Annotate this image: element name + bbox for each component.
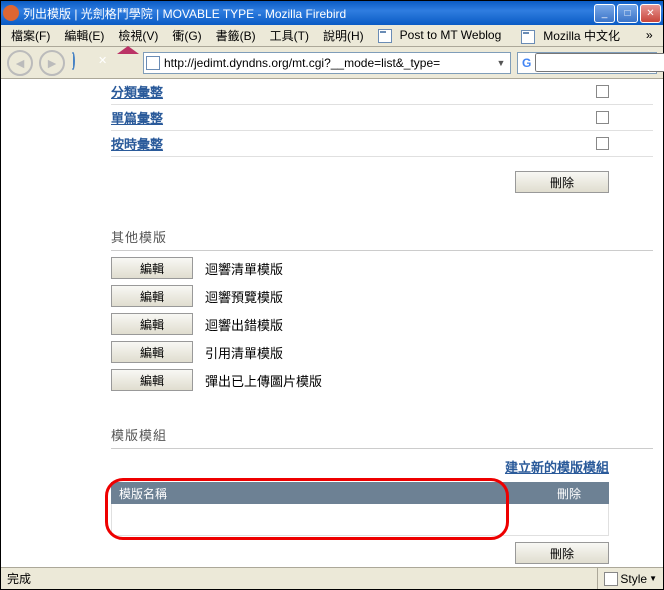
status-text: 完成 — [7, 570, 31, 587]
url-input[interactable] — [164, 54, 490, 72]
checkbox-individual[interactable] — [596, 111, 609, 124]
bookmark-post-mt[interactable]: Post to MT Weblog — [372, 26, 514, 45]
window-titlebar: 列出模版 | 光劍格鬥學院 | MOVABLE TYPE - Mozilla F… — [1, 1, 663, 25]
template-label: 彈出已上傳圖片模版 — [205, 371, 322, 390]
col-delete: 刪除 — [529, 485, 609, 502]
checkbox-category[interactable] — [596, 85, 609, 98]
menu-bookmarks[interactable]: 書籤(B) — [210, 25, 262, 46]
page-content: 分類彙整 單篇彙整 按時彙整 刪除 其他模版 編輯 迴響清單模版 編輯 迴響預覽… — [1, 79, 663, 567]
menu-view[interactable]: 檢視(V) — [112, 25, 164, 46]
menu-bar: 檔案(F) 編輯(E) 檢視(V) 衝(G) 書籤(B) 工具(T) 說明(H)… — [1, 25, 663, 47]
stop-button[interactable] — [95, 54, 113, 72]
col-name: 模版名稱 — [111, 485, 529, 502]
minimize-button[interactable]: _ — [594, 4, 615, 23]
archive-row-category: 分類彙整 — [111, 79, 653, 105]
template-label: 迴響清單模版 — [205, 259, 283, 278]
template-label: 迴響預覽模版 — [205, 287, 283, 306]
url-bar[interactable]: ▼ — [143, 52, 511, 74]
template-label: 迴響出錯模版 — [205, 315, 283, 334]
delete-modules-button[interactable]: 刪除 — [515, 542, 609, 564]
menu-tools[interactable]: 工具(T) — [264, 25, 315, 46]
bookmark-mozilla-zh[interactable]: Mozilla 中文化 — [515, 25, 632, 46]
edit-button[interactable]: 編輯 — [111, 285, 193, 307]
close-button[interactable]: ✕ — [640, 4, 661, 23]
status-bar: 完成 Style ▼ — [1, 567, 663, 589]
style-switcher[interactable]: Style ▼ — [597, 568, 657, 589]
maximize-button[interactable]: □ — [617, 4, 638, 23]
menu-help[interactable]: 說明(H) — [317, 25, 370, 46]
menu-go[interactable]: 衝(G) — [166, 25, 207, 46]
page-icon — [146, 56, 160, 70]
archive-row-date: 按時彙整 — [111, 131, 653, 157]
archive-link-individual[interactable]: 單篇彙整 — [111, 108, 596, 127]
delete-archives-button[interactable]: 刪除 — [515, 171, 609, 193]
archive-link-category[interactable]: 分類彙整 — [111, 82, 596, 101]
edit-button[interactable]: 編輯 — [111, 341, 193, 363]
template-label: 引用清單模版 — [205, 343, 283, 362]
edit-button[interactable]: 編輯 — [111, 257, 193, 279]
section-template-modules: 模版模組 — [111, 425, 653, 449]
menu-edit[interactable]: 編輯(E) — [58, 25, 110, 46]
app-icon — [3, 5, 19, 21]
archive-link-date[interactable]: 按時彙整 — [111, 134, 596, 153]
section-other-templates: 其他模版 — [111, 227, 653, 251]
template-row: 編輯 迴響預覽模版 — [111, 285, 653, 307]
archive-row-individual: 單篇彙整 — [111, 105, 653, 131]
template-row: 編輯 迴響清單模版 — [111, 257, 653, 279]
checkbox-date[interactable] — [596, 137, 609, 150]
template-row: 編輯 彈出已上傳圖片模版 — [111, 369, 653, 391]
page-icon — [521, 30, 535, 44]
new-module-link[interactable]: 建立新的模版模組 — [111, 457, 609, 476]
search-bar[interactable]: G — [517, 52, 657, 74]
search-input[interactable] — [535, 53, 664, 72]
window-title: 列出模版 | 光劍格鬥學院 | MOVABLE TYPE - Mozilla F… — [23, 5, 592, 22]
page-icon — [378, 29, 392, 43]
template-row: 編輯 迴響出錯模版 — [111, 313, 653, 335]
module-table-header: 模版名稱 刪除 — [111, 482, 609, 504]
edit-button[interactable]: 編輯 — [111, 369, 193, 391]
module-table-body — [111, 504, 609, 536]
template-row: 編輯 引用清單模版 — [111, 341, 653, 363]
home-button[interactable] — [119, 54, 137, 72]
menu-file[interactable]: 檔案(F) — [5, 25, 56, 46]
google-icon: G — [522, 56, 531, 70]
url-dropdown[interactable]: ▼ — [494, 58, 508, 68]
reload-button[interactable] — [71, 54, 89, 72]
menu-overflow[interactable]: » — [640, 27, 659, 45]
edit-button[interactable]: 編輯 — [111, 313, 193, 335]
style-icon — [604, 572, 618, 586]
back-button[interactable]: ◄ — [7, 50, 33, 76]
forward-button[interactable]: ► — [39, 50, 65, 76]
toolbar: ◄ ► ▼ G — [1, 47, 663, 79]
